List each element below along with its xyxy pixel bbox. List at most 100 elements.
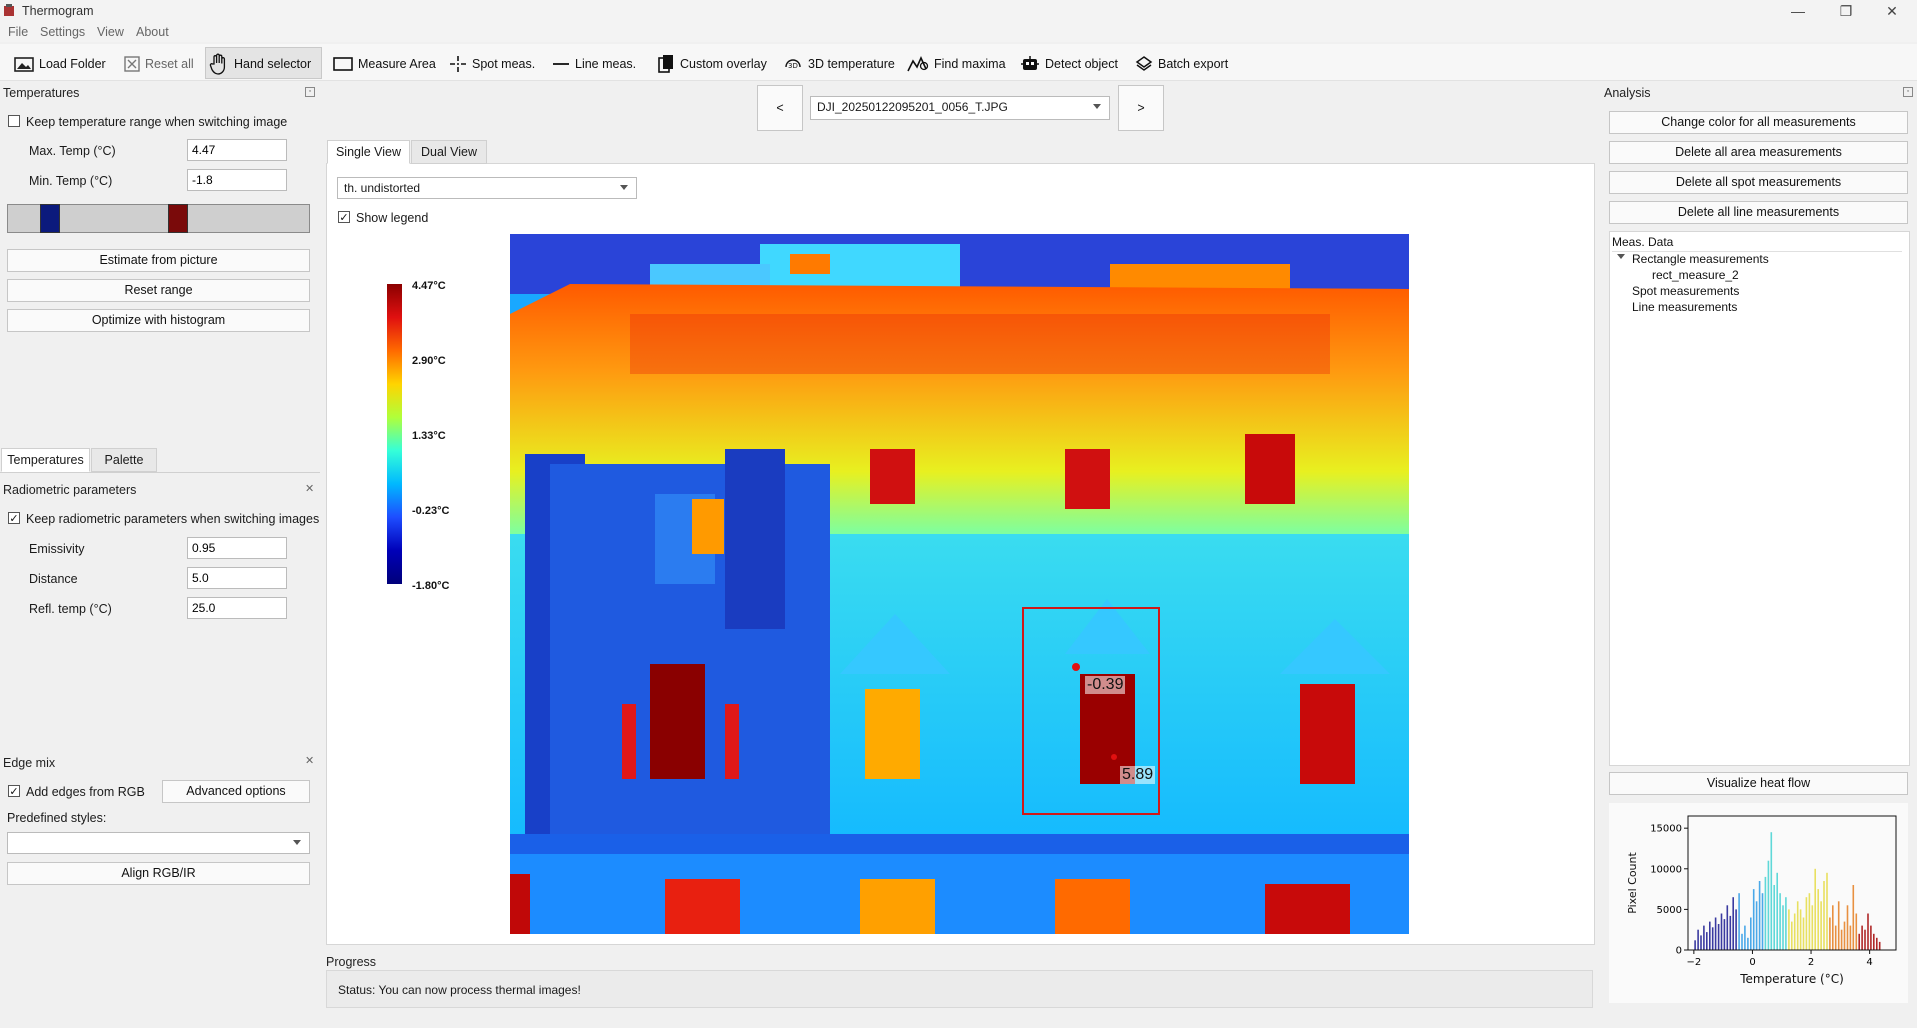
add-edges-checkbox[interactable]: ✓ [8,785,20,798]
change-color-button[interactable]: Change color for all measurements [1609,111,1908,134]
x-tick-label: 4 [1866,957,1872,968]
float-panel-icon[interactable]: ▫ [305,87,315,97]
spot-measure-button[interactable]: Spot meas. [449,52,535,76]
histogram-bar [1723,919,1726,950]
histogram-bar [1697,929,1699,950]
color-legend-bar [387,284,402,584]
histogram-bar [1840,929,1843,950]
histogram-bar [1814,868,1816,950]
menu-about[interactable]: About [136,25,169,39]
3d-temperature-button[interactable]: 3D 3D temperature [783,52,895,76]
tree-item-rect-measure[interactable]: rect_measure_2 [1652,268,1739,282]
minimize-button[interactable]: — [1784,2,1812,20]
max-temp-field[interactable] [187,139,287,161]
detect-object-button[interactable]: Detect object [1020,52,1118,76]
visualize-heat-flow-button[interactable]: Visualize heat flow [1609,772,1908,795]
histogram-bar [1717,924,1720,950]
histogram-bar [1823,881,1825,950]
range-slider-min-handle[interactable] [40,204,60,233]
histogram-bar [1703,925,1705,950]
image-select[interactable]: DJI_20250122095201_0056_T.JPG [810,96,1110,120]
maximize-button[interactable]: ❐ [1832,2,1860,20]
load-folder-button[interactable]: Load Folder [14,52,106,76]
measurement-min-label: -0.39 [1085,676,1126,694]
histogram-bar [1846,905,1849,950]
range-slider-max-handle[interactable] [168,204,188,233]
histogram-bar [1732,897,1734,950]
histogram-bar [1796,901,1799,950]
tab-palette[interactable]: Palette [91,448,157,472]
show-legend-label: Show legend [356,211,429,225]
measure-area-button[interactable]: Measure Area [333,52,436,76]
align-rgb-ir-button[interactable]: Align RGB/IR [7,862,310,885]
histogram-bar [1861,925,1863,950]
histogram-bar [1799,909,1802,950]
find-maxima-label: Find maxima [934,57,1006,71]
layers-icon [1135,56,1153,71]
hand-selector-button[interactable]: Hand selector [209,52,311,76]
close-panel-icon[interactable]: ✕ [305,754,314,767]
keep-range-checkbox[interactable] [8,115,20,127]
emissivity-field[interactable] [187,537,287,559]
delete-line-button[interactable]: Delete all line measurements [1609,201,1908,224]
histogram-bar [1782,905,1784,950]
float-panel-icon[interactable]: ▫ [1903,87,1913,97]
measure-area-label: Measure Area [358,57,436,71]
spot-measure-label: Spot meas. [472,57,536,71]
histogram-bar [1761,893,1764,950]
tree-item-rectangle-group[interactable]: Rectangle measurements [1632,252,1769,266]
keep-params-checkbox[interactable]: ✓ [8,512,20,525]
crosshair-icon [450,56,466,72]
custom-overlay-button[interactable]: Custom overlay [657,52,767,76]
line-measure-label: Line meas. [575,57,637,71]
histogram-bar [1788,909,1790,950]
min-temp-field[interactable] [187,169,287,191]
close-button[interactable]: ✕ [1878,2,1906,20]
reset-range-button[interactable]: Reset range [7,279,310,302]
batch-export-button[interactable]: Batch export [1135,52,1228,76]
advanced-options-button[interactable]: Advanced options [162,780,310,803]
show-legend-checkbox[interactable]: ✓ [338,211,350,224]
tab-temperatures[interactable]: Temperatures [1,448,90,472]
histogram-bar [1811,905,1814,950]
tree-item-line-group[interactable]: Line measurements [1632,300,1737,314]
histogram-bar [1878,941,1881,950]
measurement-max-label: 5.89 [1120,766,1156,784]
chevron-down-icon [620,185,628,190]
menu-settings[interactable]: Settings [40,25,85,39]
tree-item-spot-group[interactable]: Spot measurements [1632,284,1739,298]
menu-view[interactable]: View [97,25,124,39]
estimate-from-picture-button[interactable]: Estimate from picture [7,249,310,272]
delete-area-button[interactable]: Delete all area measurements [1609,141,1908,164]
distance-field[interactable] [187,567,287,589]
expand-arrow-icon[interactable] [1617,254,1625,259]
predefined-styles-select[interactable] [7,832,310,854]
svg-text:3D: 3D [788,62,798,70]
display-mode-select[interactable]: th. undistorted [337,177,637,199]
histogram-bar [1820,901,1822,950]
close-panel-icon[interactable]: ✕ [305,482,314,495]
find-maxima-button[interactable]: Find maxima [907,52,1006,76]
histogram-bar [1747,937,1749,950]
line-measure-button[interactable]: Line meas. [552,52,636,76]
thermal-image[interactable] [510,234,1409,934]
y-tick-label: 5000 [1657,905,1682,916]
refl-temp-field[interactable] [187,597,287,619]
tree-header: Meas. Data [1612,235,1902,252]
histogram-bar [1694,940,1696,950]
reset-icon [124,56,140,72]
tab-single-view[interactable]: Single View [327,140,410,164]
progress-title: Progress [326,955,377,969]
delete-spot-button[interactable]: Delete all spot measurements [1609,171,1908,194]
line-icon [553,63,569,65]
legend-tick: 4.47°C [412,280,446,292]
tab-dual-view[interactable]: Dual View [411,140,487,164]
emissivity-label: Emissivity [29,542,85,556]
previous-image-button[interactable]: < [757,85,803,131]
menu-file[interactable]: File [8,25,28,39]
optimize-histogram-button[interactable]: Optimize with histogram [7,309,310,332]
next-image-button[interactable]: > [1118,85,1164,131]
analysis-panel-title: Analysis [1604,86,1651,100]
reset-all-button[interactable]: Reset all [124,52,194,76]
histogram-bar [1829,917,1831,950]
